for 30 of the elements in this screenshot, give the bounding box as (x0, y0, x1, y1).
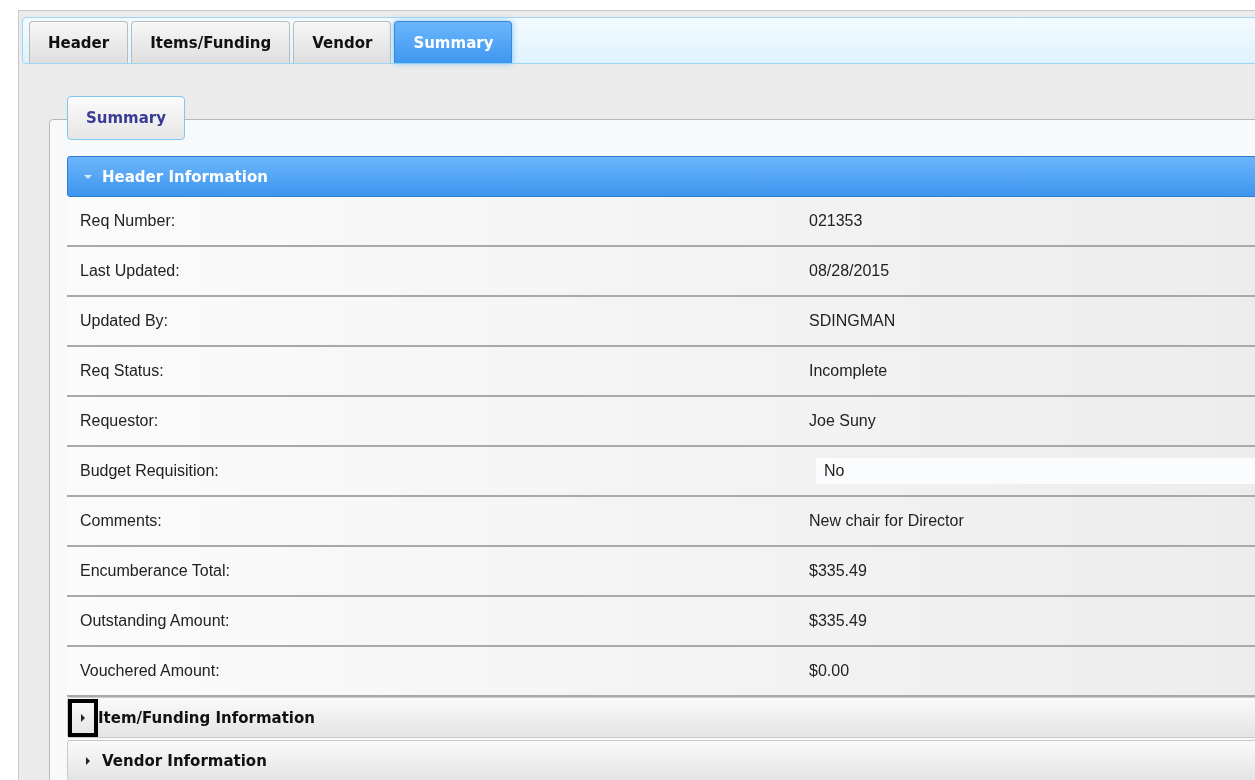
field-label: Updated By: (79, 312, 170, 330)
field-label: Req Number: (79, 212, 177, 230)
field-value: New chair for Director (809, 512, 965, 530)
section-header[interactable]: Item/Funding Information (67, 697, 1255, 738)
field-value: 08/28/2015 (809, 262, 891, 280)
field-label: Requestor: (79, 412, 160, 430)
section-header[interactable]: Vendor Information (67, 740, 1255, 780)
field-label: Req Status: (79, 362, 165, 380)
tab[interactable]: Vendor (293, 21, 392, 63)
field-value: $0.00 (809, 662, 851, 680)
field-label: Encumberance Total: (79, 562, 231, 580)
field-label: Budget Requisition: (79, 462, 220, 480)
field-value: SDINGMAN (809, 312, 897, 330)
field-value: No (816, 458, 1255, 484)
expand-caret-icon[interactable] (68, 698, 98, 737)
tab[interactable]: Header (29, 21, 129, 63)
section-title: Header Information (102, 167, 268, 186)
field-label: Vouchered Amount: (79, 662, 221, 680)
section-title: Vendor Information (102, 751, 267, 770)
field-label: Last Updated: (79, 262, 181, 280)
field-value: 021353 (809, 212, 864, 230)
section-title: Item/Funding Information (98, 708, 315, 727)
field-value: Incomplete (809, 362, 889, 380)
field-label: Outstanding Amount: (79, 612, 231, 630)
panel-legend: Summary (67, 96, 186, 140)
field-value: $335.49 (809, 562, 868, 580)
field-value: Joe Suny (809, 412, 877, 430)
field-value: $335.49 (809, 612, 868, 630)
tab[interactable]: Items/Funding (131, 21, 291, 63)
field-label: Comments: (79, 512, 163, 530)
